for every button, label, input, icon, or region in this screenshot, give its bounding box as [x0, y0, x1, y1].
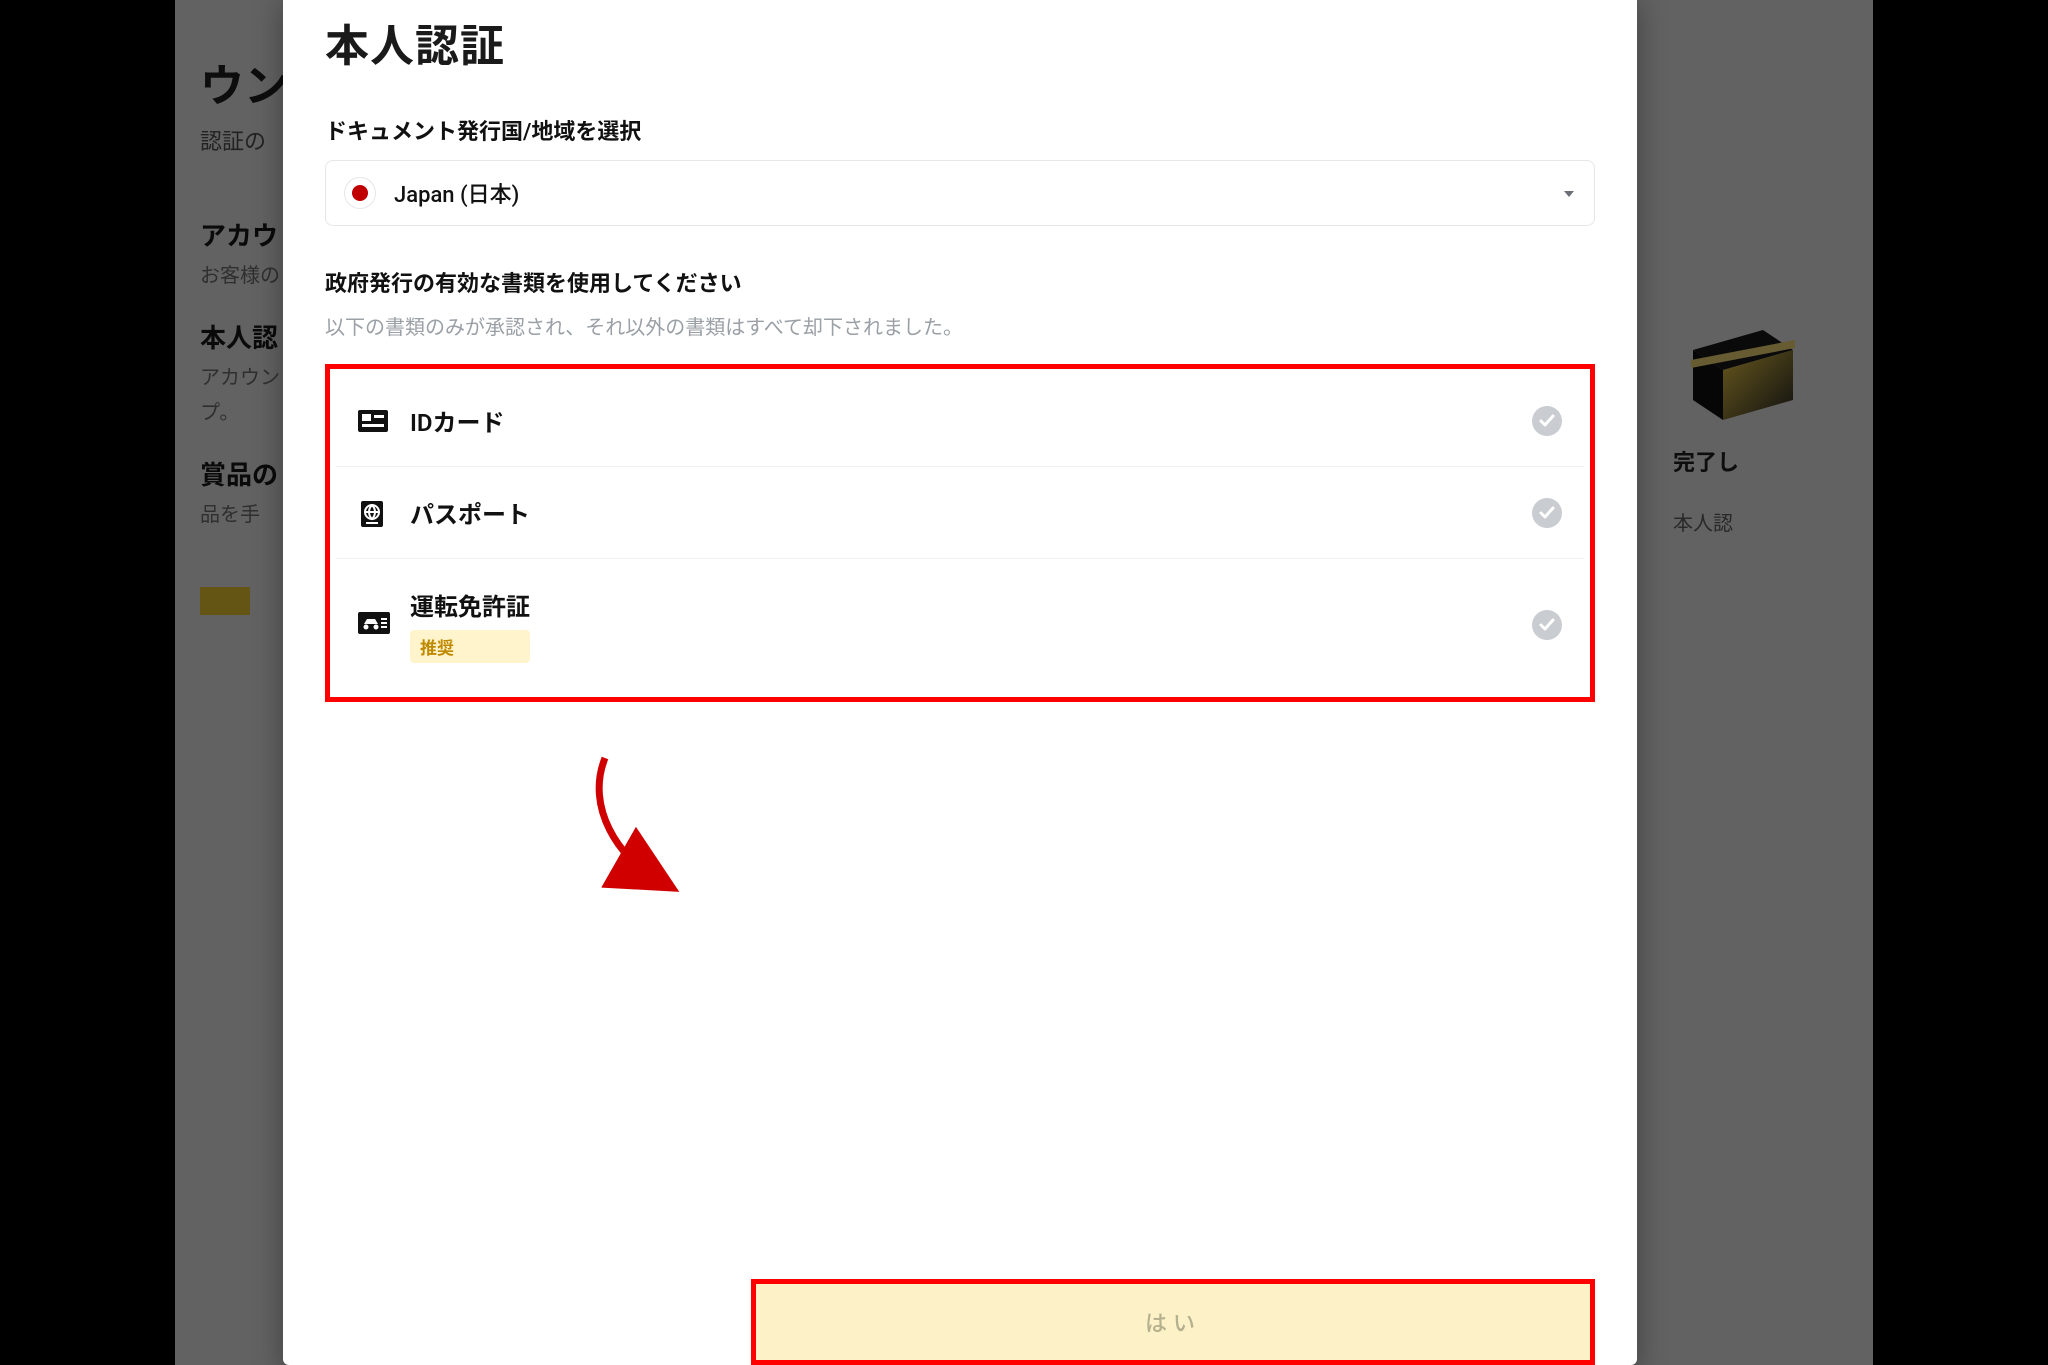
- country-section-label: ドキュメント発行国/地域を選択: [325, 114, 1595, 146]
- japan-flag-icon: [344, 177, 376, 209]
- confirm-button[interactable]: はい: [751, 1279, 1595, 1365]
- doc-label: パスポート: [410, 495, 530, 530]
- doc-option-id-card[interactable]: IDカード: [336, 375, 1584, 466]
- check-icon: [1532, 498, 1562, 528]
- id-card-icon: [358, 408, 388, 434]
- document-section-label: 政府発行の有効な書類を使用してください: [325, 266, 1595, 298]
- chevron-down-icon: [1562, 186, 1576, 200]
- doc-label: IDカード: [410, 403, 505, 438]
- country-name: Japan (日本): [394, 177, 519, 209]
- doc-option-drivers-license[interactable]: 運転免許証 推奨: [336, 558, 1584, 691]
- check-icon: [1532, 610, 1562, 640]
- doc-option-passport[interactable]: パスポート: [336, 466, 1584, 558]
- passport-icon: [358, 500, 388, 526]
- document-type-list: IDカード パスポート: [325, 364, 1595, 702]
- country-select[interactable]: Japan (日本): [325, 160, 1595, 226]
- document-helper-text: 以下の書類のみが承認され、それ以外の書類はすべて却下されました。: [325, 310, 1595, 344]
- modal-title: 本人認証: [325, 10, 1595, 74]
- japan-flag-dot: [352, 185, 368, 201]
- identity-verification-modal: 本人認証 ドキュメント発行国/地域を選択 Japan (日本) 政府発行の有効な…: [283, 0, 1637, 1365]
- check-icon: [1532, 406, 1562, 436]
- drivers-license-icon: [358, 612, 388, 638]
- doc-label: 運転免許証: [410, 587, 530, 622]
- recommended-badge: 推奨: [410, 630, 530, 663]
